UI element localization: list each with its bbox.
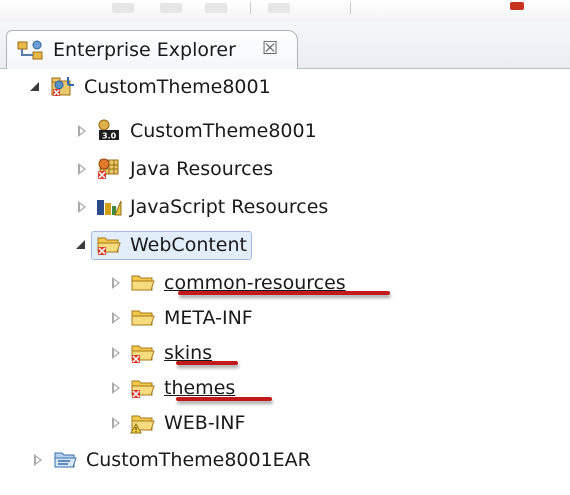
collapse-twisty-icon[interactable]	[108, 345, 124, 361]
tree-item-webcontent[interactable]: WebContent	[74, 228, 252, 262]
tree-item-label: CustomTheme8001EAR	[86, 449, 311, 471]
folder-icon	[130, 306, 156, 330]
tree-item-label: themes	[164, 377, 236, 399]
tree-item-label: WebContent	[130, 233, 247, 256]
collapse-twisty-icon[interactable]	[30, 452, 46, 468]
folder-icon	[130, 271, 156, 295]
tree-item-selected[interactable]: WebContent	[91, 230, 252, 260]
project-tree: CustomTheme8001 3.0 CustomTheme8001 Java…	[0, 69, 570, 495]
main-toolbar	[0, 0, 570, 22]
close-icon[interactable]: ☒	[262, 38, 278, 59]
collapse-twisty-icon[interactable]	[74, 123, 90, 139]
annotation-underline	[176, 397, 272, 401]
javascript-resources-icon	[96, 195, 122, 219]
toolbar-separator	[250, 2, 251, 14]
tree-item-meta-inf[interactable]: META-INF	[108, 301, 253, 335]
error-folder-icon	[130, 376, 156, 400]
error-folder-icon	[130, 341, 156, 365]
svg-text:3.0: 3.0	[102, 132, 117, 141]
view-tab-strip: Enterprise Explorer ☒	[0, 22, 570, 69]
expand-twisty-icon[interactable]	[28, 79, 44, 95]
tree-item-customtheme8001[interactable]: CustomTheme8001	[28, 70, 271, 104]
toolbar-button-ghost[interactable]	[268, 3, 290, 13]
annotation-underline	[178, 291, 390, 295]
tree-item-label: CustomTheme8001	[84, 76, 271, 98]
tree-item-label: WEB-INF	[164, 412, 246, 434]
tab-title: Enterprise Explorer	[53, 39, 236, 61]
webcontent-folder-icon	[96, 233, 122, 257]
collapse-twisty-icon[interactable]	[108, 310, 124, 326]
collapse-twisty-icon[interactable]	[74, 161, 90, 177]
warning-folder-icon	[130, 411, 156, 435]
tree-item-label: CustomTheme8001	[130, 120, 317, 142]
toolbar-button-ghost[interactable]	[112, 3, 134, 13]
tree-item-customtheme8001-facet[interactable]: 3.0 CustomTheme8001	[74, 114, 317, 148]
toolbar-separator	[350, 2, 351, 14]
tree-item-label: META-INF	[164, 307, 253, 329]
toolbar-button-ghost[interactable]	[205, 3, 227, 13]
annotation-underline	[176, 361, 238, 365]
facet-3.0-icon: 3.0	[96, 119, 122, 143]
expand-twisty-icon[interactable]	[74, 237, 90, 253]
java-resources-icon	[96, 157, 122, 181]
toolbar-debug-icon[interactable]	[510, 2, 524, 10]
web-project-icon	[50, 75, 76, 99]
tree-item-javascript-resources[interactable]: JavaScript Resources	[74, 190, 328, 224]
tree-item-java-resources[interactable]: Java Resources	[74, 152, 273, 186]
collapse-twisty-icon[interactable]	[108, 415, 124, 431]
tree-item-web-inf[interactable]: WEB-INF	[108, 406, 245, 440]
tree-item-label: JavaScript Resources	[130, 196, 329, 218]
collapse-twisty-icon[interactable]	[74, 199, 90, 215]
collapse-twisty-icon[interactable]	[108, 380, 124, 396]
collapse-twisty-icon[interactable]	[108, 275, 124, 291]
tree-item-label: Java Resources	[130, 158, 274, 180]
ear-project-icon	[52, 448, 78, 472]
tree-item-customtheme8001ear[interactable]: CustomTheme8001EAR	[30, 443, 311, 477]
enterprise-explorer-icon	[17, 40, 45, 62]
toolbar-button-ghost[interactable]	[160, 3, 182, 13]
tab-enterprise-explorer[interactable]: Enterprise Explorer ☒	[6, 30, 298, 69]
